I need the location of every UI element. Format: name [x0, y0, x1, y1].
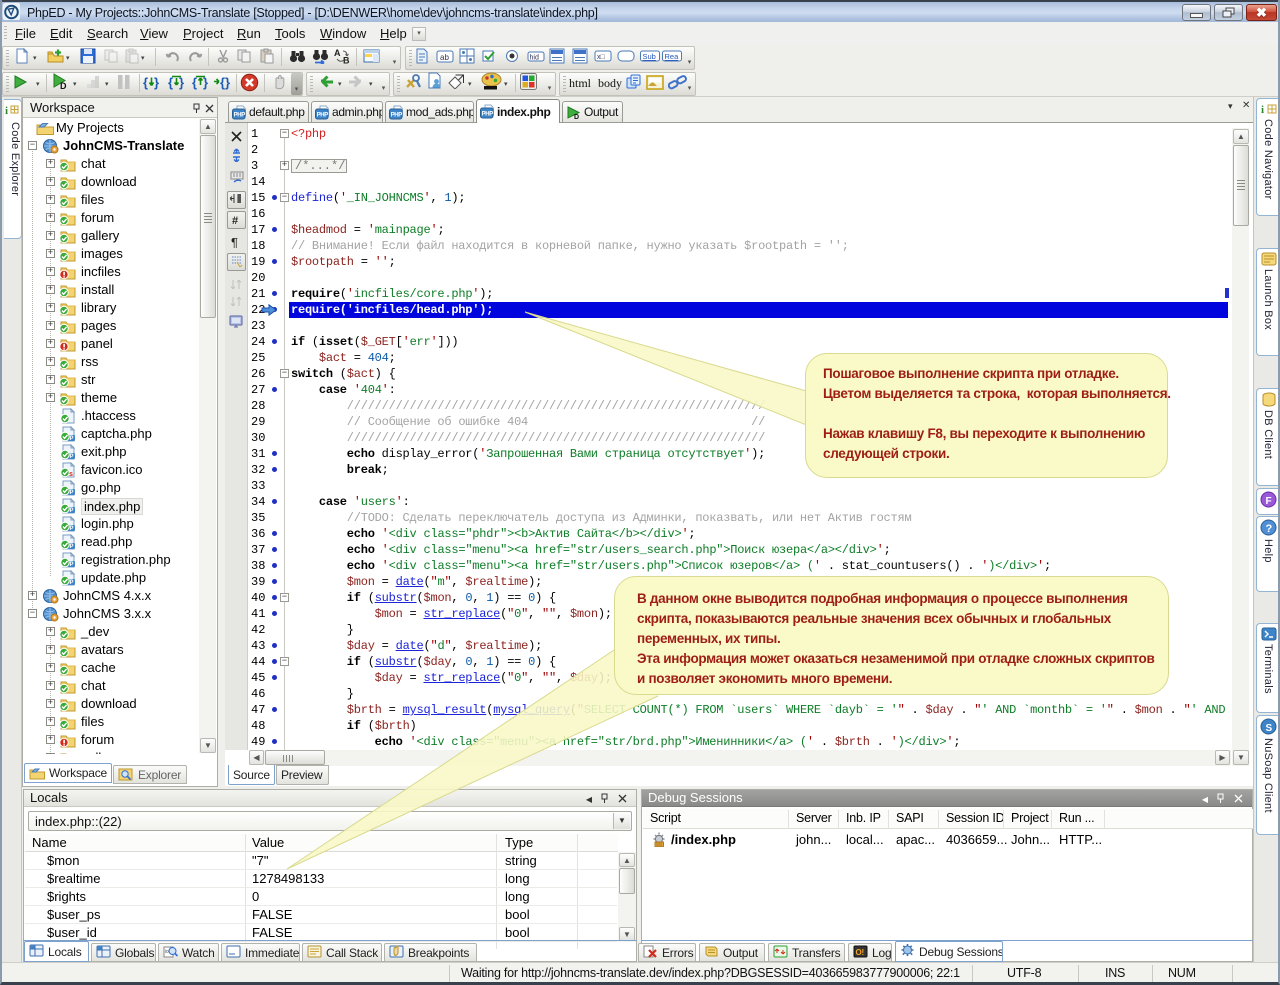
svg-text:P: P — [70, 490, 74, 496]
svg-text:Sub: Sub — [643, 52, 656, 61]
svg-text:ab: ab — [440, 53, 449, 62]
svg-text:P: P — [70, 562, 74, 568]
svg-text:D: D — [60, 81, 67, 90]
svg-text:?: ? — [1266, 523, 1273, 535]
svg-text:}: } — [154, 75, 159, 90]
svg-text:Rea: Rea — [665, 52, 680, 61]
svg-text:F: F — [1266, 496, 1272, 507]
svg-text:io: io — [165, 949, 169, 955]
svg-text:P: P — [70, 508, 74, 514]
svg-text:i: i — [5, 105, 8, 117]
svg-text:S: S — [1266, 723, 1273, 734]
svg-text:hid: hid — [530, 55, 539, 62]
svg-text:P: P — [70, 454, 74, 460]
svg-text:PHP: PHP — [391, 112, 403, 118]
svg-text:P: P — [70, 580, 74, 586]
svg-text:¶: ¶ — [231, 235, 238, 248]
svg-text:A: A — [334, 48, 341, 58]
svg-text:{}: {} — [220, 75, 230, 90]
svg-text:P: P — [70, 436, 74, 442]
svg-text:P: P — [70, 544, 74, 550]
svg-text:PHP: PHP — [317, 112, 329, 118]
svg-text:{: { — [143, 75, 148, 90]
svg-text:PHP: PHP — [482, 112, 494, 118]
svg-text:D: D — [574, 114, 579, 120]
svg-text:O!: O! — [856, 948, 865, 957]
svg-text:PHP: PHP — [234, 112, 246, 118]
svg-text:#: # — [232, 215, 238, 225]
svg-text:x□: x□ — [597, 54, 606, 61]
svg-text:i: i — [1261, 104, 1264, 116]
svg-text:P: P — [70, 526, 74, 532]
svg-text:B: B — [343, 56, 350, 65]
